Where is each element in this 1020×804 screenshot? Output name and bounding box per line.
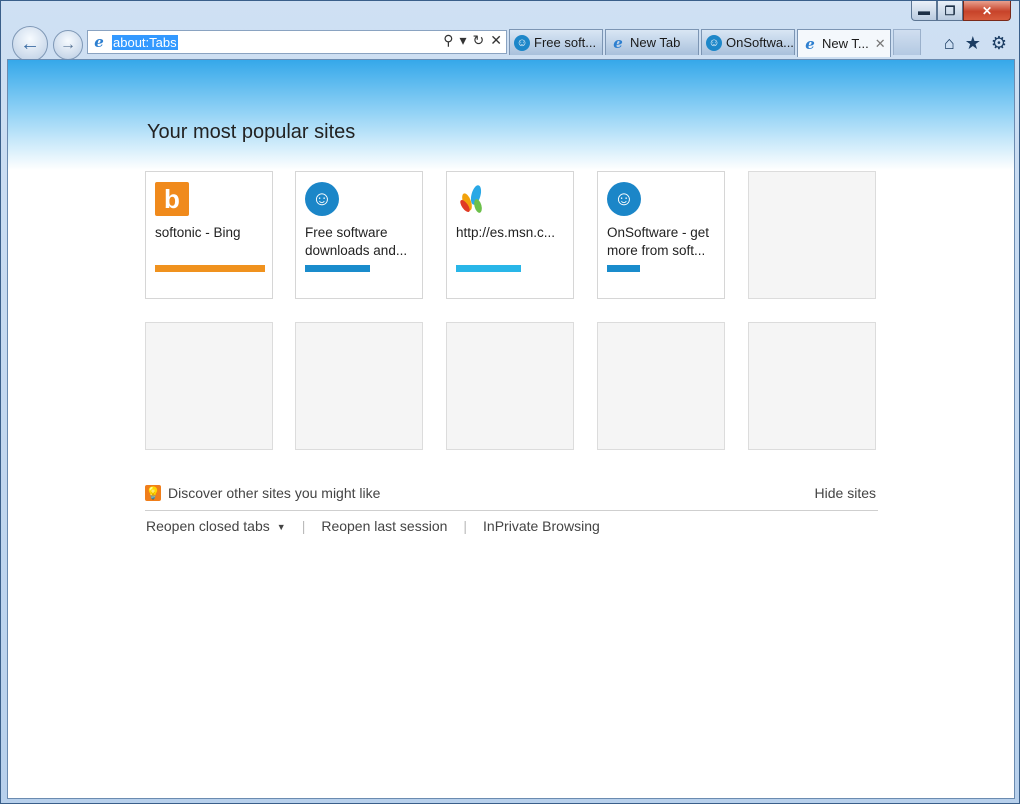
discover-row: 💡 Discover other sites you might like Hi… xyxy=(145,484,878,511)
page-title: Your most popular sites xyxy=(147,121,356,143)
site-tile-msn[interactable]: http://es.msn.c... xyxy=(446,171,574,299)
star-icon[interactable]: ★ xyxy=(965,33,981,54)
softonic-icon: ☺ xyxy=(607,182,641,216)
new-tab-button[interactable] xyxy=(893,29,921,55)
msn-butterfly-icon xyxy=(456,182,490,216)
site-tile-title: Free software downloads and... xyxy=(305,225,408,258)
activity-bar xyxy=(456,265,521,272)
new-tab-page: Your most popular sites b softonic - Bin… xyxy=(7,59,1015,799)
minimize-button[interactable]: ▬ xyxy=(911,1,937,21)
empty-site-tile[interactable] xyxy=(295,322,423,450)
empty-site-tile[interactable] xyxy=(748,322,876,450)
activity-bar xyxy=(155,265,265,272)
tab-new-tab[interactable]: e New Tab xyxy=(605,29,699,55)
tab-label: New Tab xyxy=(630,35,681,50)
reopen-closed-tabs-link[interactable]: Reopen closed tabs ▼ xyxy=(146,518,286,534)
site-tile-title: OnSoftware - get more from soft... xyxy=(607,225,710,258)
site-tile-title: http://es.msn.c... xyxy=(456,225,556,240)
caption-buttons: ▬ ❐ ✕ xyxy=(911,1,1011,21)
refresh-icon[interactable]: ↻ xyxy=(473,32,485,49)
tab-onsoftware[interactable]: ☺ OnSoftwa... xyxy=(701,29,795,55)
command-tools: ⌂ ★ ⚙ xyxy=(944,33,1007,54)
discover-sites-link[interactable]: Discover other sites you might like xyxy=(168,485,380,501)
navigation-bar: ← → e about:Tabs ⚲ ▾ ↻ ✕ ☺ Free soft... … xyxy=(1,26,1019,62)
tab-label: OnSoftwa... xyxy=(726,35,794,50)
header-gradient xyxy=(8,60,1014,170)
empty-site-tile[interactable] xyxy=(748,171,876,299)
stop-icon[interactable]: ✕ xyxy=(490,32,502,49)
hide-sites-link[interactable]: Hide sites xyxy=(815,485,876,501)
tab-free-software[interactable]: ☺ Free soft... xyxy=(509,29,603,55)
bottom-links: Reopen closed tabs ▼ | Reopen last sessio… xyxy=(146,518,600,534)
tab-strip: ☺ Free soft... e New Tab ☺ OnSoftwa... e… xyxy=(509,29,921,57)
address-bar[interactable]: e about:Tabs ⚲ ▾ ↻ ✕ xyxy=(87,30,507,54)
empty-site-tile[interactable] xyxy=(145,322,273,450)
site-tile-free-software[interactable]: ☺ Free software downloads and... xyxy=(295,171,423,299)
reopen-last-session-link[interactable]: Reopen last session xyxy=(321,518,447,534)
address-tools: ⚲ ▾ ↻ ✕ xyxy=(443,32,502,49)
close-tab-icon[interactable]: ✕ xyxy=(875,36,886,52)
bing-icon: b xyxy=(155,182,189,216)
separator: | xyxy=(463,518,468,534)
inprivate-browsing-link[interactable]: InPrivate Browsing xyxy=(483,518,600,534)
title-bar: ▬ ❐ ✕ xyxy=(1,1,1019,29)
browser-window: ▬ ❐ ✕ ← → e about:Tabs ⚲ ▾ ↻ ✕ ☺ Free so… xyxy=(0,0,1020,804)
empty-site-tile[interactable] xyxy=(446,322,574,450)
site-tile-onsoftware[interactable]: ☺ OnSoftware - get more from soft... xyxy=(597,171,725,299)
chevron-down-icon[interactable]: ▾ xyxy=(460,32,467,49)
site-tile-bing[interactable]: b softonic - Bing xyxy=(145,171,273,299)
separator: | xyxy=(301,518,306,534)
softonic-icon: ☺ xyxy=(514,34,530,51)
reopen-closed-tabs-label: Reopen closed tabs xyxy=(146,518,270,534)
lightbulb-icon: 💡 xyxy=(145,485,161,501)
chevron-down-icon: ▼ xyxy=(276,522,286,532)
back-button[interactable]: ← xyxy=(12,26,48,62)
ie-icon: e xyxy=(805,34,815,53)
home-icon[interactable]: ⌂ xyxy=(944,33,955,54)
activity-bar xyxy=(305,265,370,272)
ie-icon: e xyxy=(94,33,104,51)
softonic-icon: ☺ xyxy=(305,182,339,216)
close-window-button[interactable]: ✕ xyxy=(963,1,1011,21)
search-icon[interactable]: ⚲ xyxy=(443,32,453,49)
forward-button[interactable]: → xyxy=(53,30,83,60)
site-tile-title: softonic - Bing xyxy=(155,225,241,240)
empty-site-tile[interactable] xyxy=(597,322,725,450)
gear-icon[interactable]: ⚙ xyxy=(991,33,1007,54)
address-url[interactable]: about:Tabs xyxy=(112,34,178,50)
activity-bar xyxy=(607,265,640,272)
tab-label: Free soft... xyxy=(534,35,597,50)
tab-active-new-tab[interactable]: e New T... ✕ xyxy=(797,29,891,57)
softonic-icon: ☺ xyxy=(706,34,722,51)
tab-label: New T... xyxy=(822,36,869,51)
restore-button[interactable]: ❐ xyxy=(937,1,963,21)
ie-icon: e xyxy=(613,33,623,52)
